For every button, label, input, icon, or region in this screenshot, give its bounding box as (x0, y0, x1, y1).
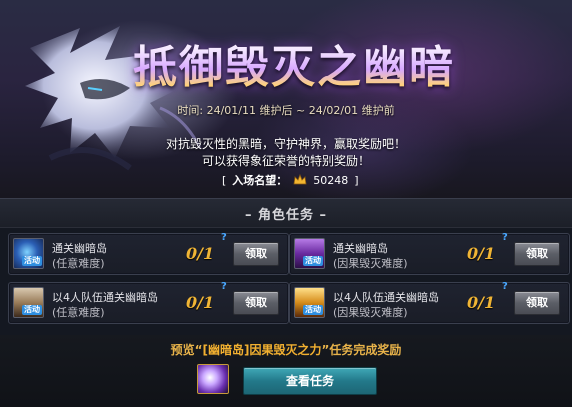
task-name: 通关幽暗岛 (52, 242, 107, 255)
event-description-line-1: 对抗毁灭性的黑暗，守护神界，赢取奖励吧！ (165, 137, 406, 151)
claim-button[interactable]: 领取 (233, 242, 279, 266)
task-progress: 0/1 (467, 244, 496, 263)
reputation-value: 50248 (313, 173, 349, 187)
event-title: 抵御毁灭之幽暗 (133, 31, 455, 95)
task-difficulty: (因果毁灭难度) (333, 306, 408, 319)
claim-button[interactable]: 领取 (233, 291, 279, 315)
event-description-line-2: 可以获得象征荣誉的特别奖励！ (201, 154, 370, 168)
event-tag: 活动 (22, 256, 42, 266)
help-icon[interactable]: ? (502, 232, 508, 243)
event-tag: 活动 (22, 305, 42, 315)
task-difficulty: (任意难度) (52, 257, 105, 270)
entry-reputation: [ 入场名望： 50248 ] (222, 171, 359, 189)
reward-title-highlight: [幽暗岛]因果毁灭之力 (202, 343, 322, 357)
event-time: 时间: 24/01/11 维护后 ~ 24/02/01 维护前 (177, 104, 395, 117)
event-tag: 活动 (303, 305, 323, 315)
task-name: 通关幽暗岛 (333, 242, 388, 255)
reward-preview-title: 预览“[幽暗岛]因果毁灭之力”任务完成奖励 (0, 341, 572, 358)
purple-box-icon: 活动 (294, 238, 325, 269)
task-difficulty: (任意难度) (52, 306, 105, 319)
task-progress: 0/1 (467, 293, 496, 312)
task-card: 活动 以4人队伍通关幽暗岛 (因果毁灭难度) 0/1 ? 领取 (289, 281, 570, 324)
view-tasks-button[interactable]: 查看任务 (243, 367, 377, 395)
event-banner: 抵御毁灭之幽暗 时间: 24/01/11 维护后 ~ 24/02/01 维护前 … (0, 0, 572, 198)
task-difficulty: (因果毁灭难度) (333, 257, 408, 270)
task-name: 以4人队伍通关幽暗岛 (333, 291, 439, 304)
task-card: 活动 通关幽暗岛 (因果毁灭难度) 0/1 ? 领取 (289, 232, 570, 275)
event-tag: 活动 (303, 256, 323, 266)
event-title-wrap: 抵御毁灭之幽暗 (108, 30, 480, 96)
task-progress: 0/1 (186, 293, 215, 312)
reputation-label: 入场名望： (232, 174, 288, 187)
reward-item-icon[interactable] (197, 364, 229, 394)
task-name: 以4人队伍通关幽暗岛 (52, 291, 158, 304)
reputation-bracket-close: ] (354, 173, 359, 187)
help-icon[interactable]: ? (502, 281, 508, 292)
claim-button[interactable]: 领取 (514, 291, 560, 315)
reputation-bracket-open: [ (222, 173, 227, 187)
crown-icon (293, 173, 307, 185)
gold-box-icon: 活动 (294, 287, 325, 318)
gift-box-icon: 活动 (13, 287, 44, 318)
help-icon[interactable]: ? (221, 281, 227, 292)
claim-button[interactable]: 领取 (514, 242, 560, 266)
dungeon-crystal-icon: 活动 (13, 238, 44, 269)
help-icon[interactable]: ? (221, 232, 227, 243)
reward-title-prefix: 预览“ (170, 343, 203, 357)
task-progress: 0/1 (186, 244, 215, 263)
task-card: 活动 通关幽暗岛 (任意难度) 0/1 ? 领取 (8, 232, 289, 275)
reward-title-suffix: ”任务完成奖励 (321, 343, 402, 357)
task-card: 活动 以4人队伍通关幽暗岛 (任意难度) 0/1 ? 领取 (8, 281, 289, 324)
section-title: – 角色任务 – (244, 208, 328, 223)
